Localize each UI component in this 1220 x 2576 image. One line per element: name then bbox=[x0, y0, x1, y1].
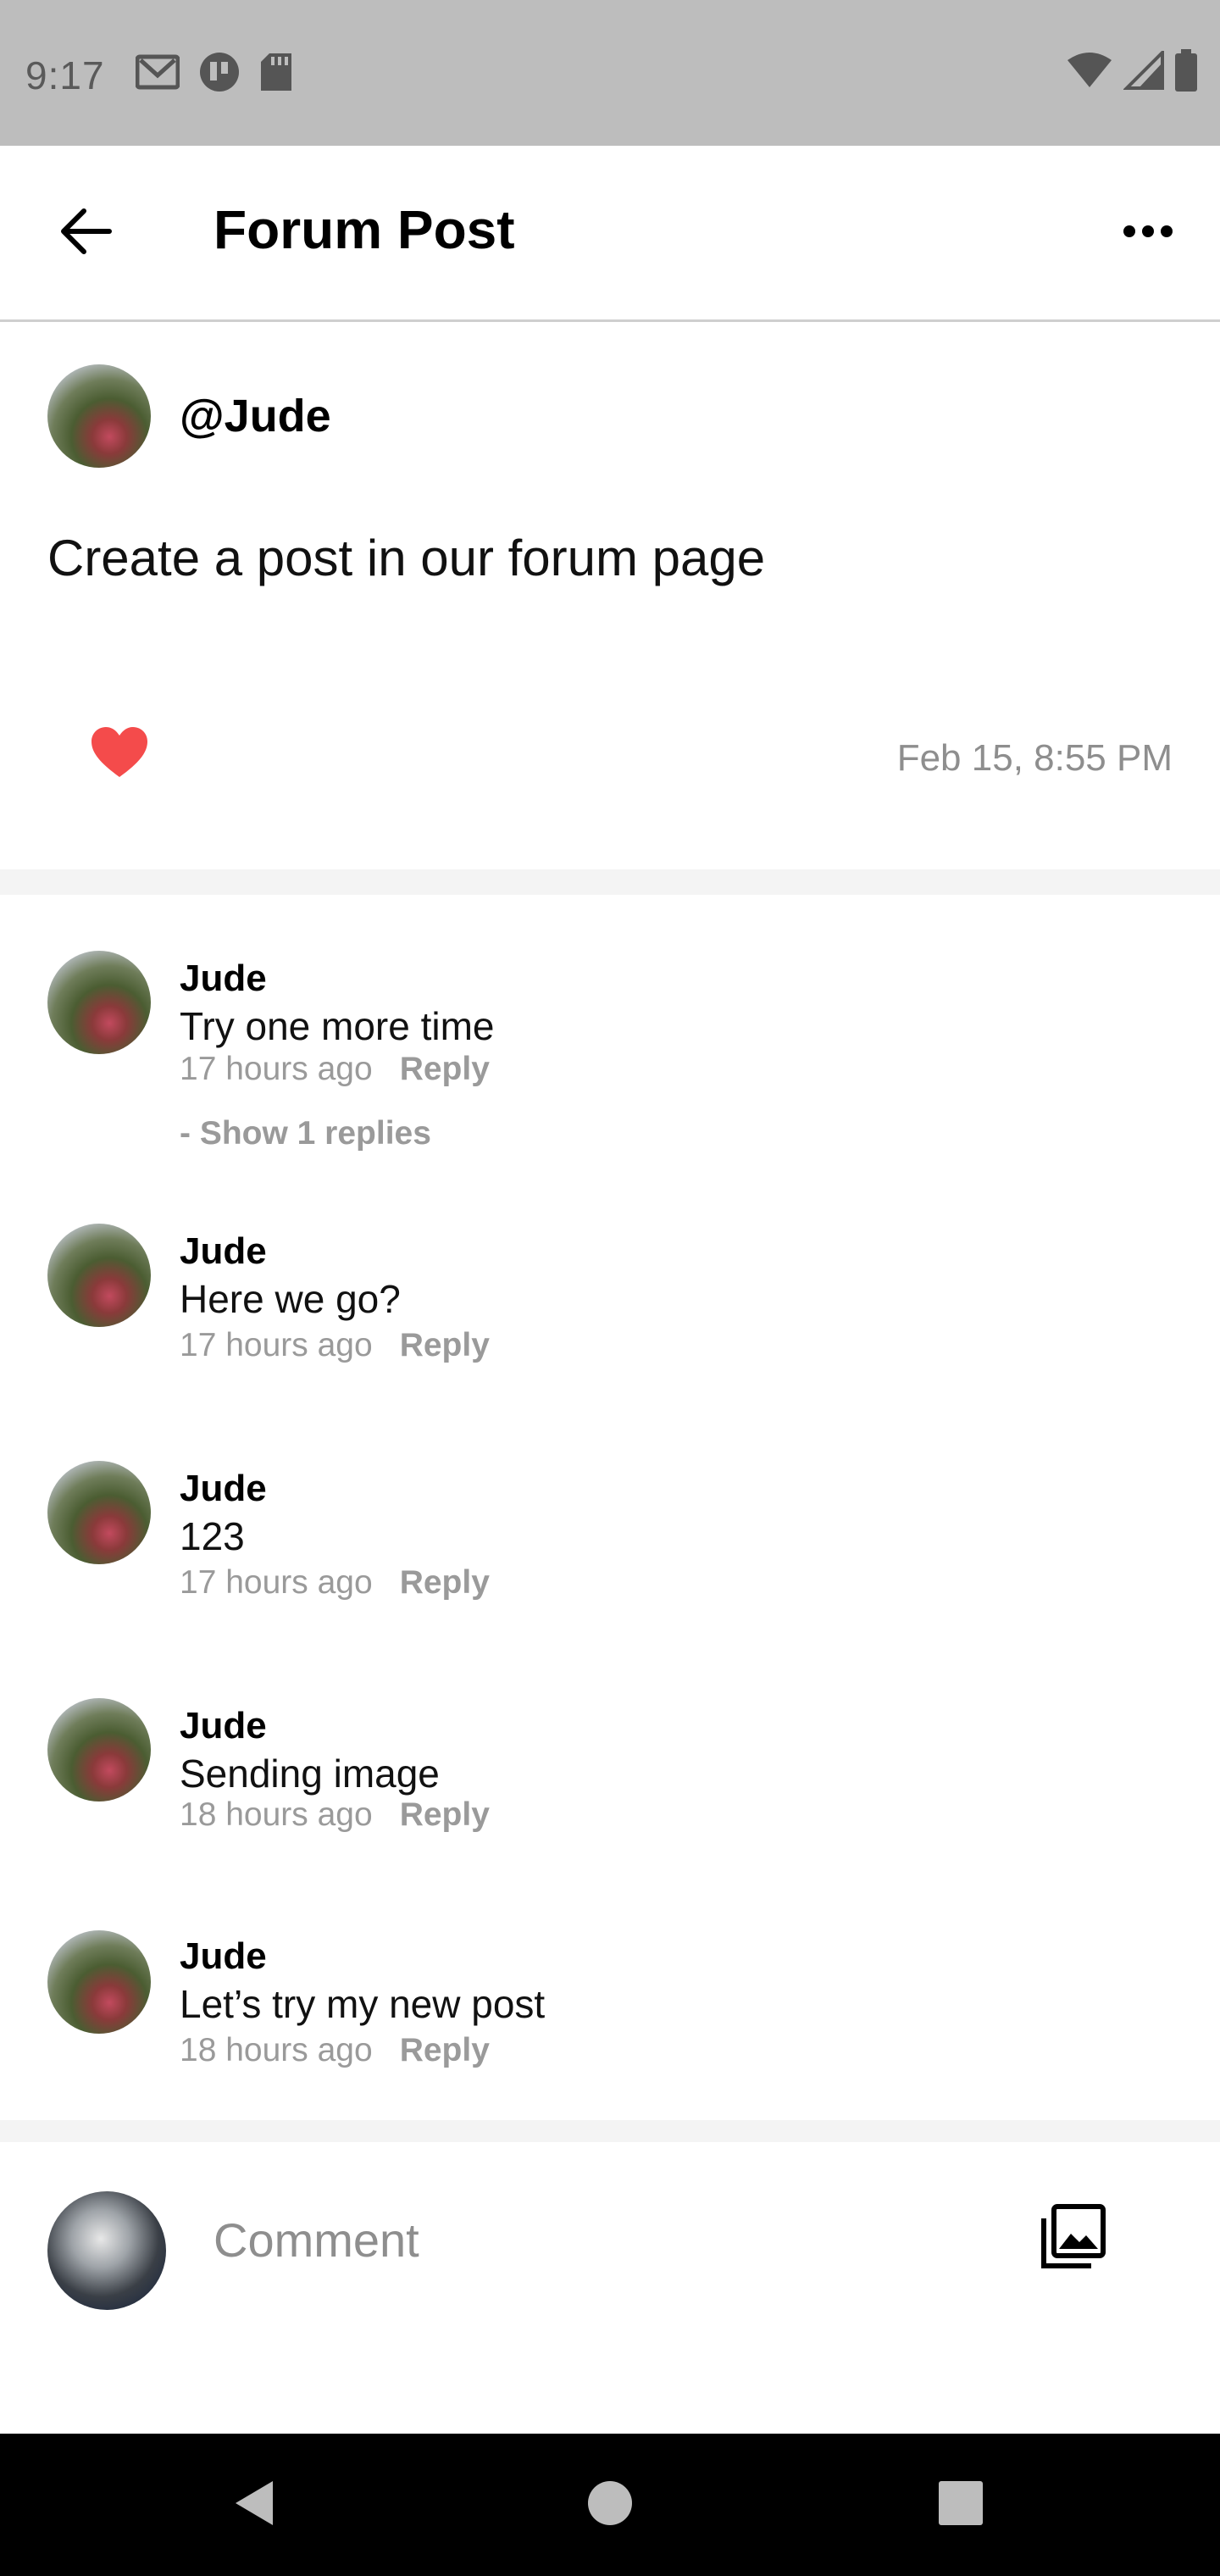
post-username[interactable]: @Jude bbox=[180, 390, 331, 442]
reply-button[interactable]: Reply bbox=[400, 1051, 490, 1088]
comment-input[interactable] bbox=[188, 2161, 1001, 2318]
back-button[interactable] bbox=[47, 195, 124, 271]
attach-image-button[interactable] bbox=[1030, 2196, 1115, 2281]
comment-meta: 17 hours ago Reply bbox=[180, 1327, 490, 1364]
back-triangle-icon bbox=[230, 2478, 278, 2533]
comment-meta: 18 hours ago Reply bbox=[180, 1796, 490, 1834]
comment-text: Let’s try my new post bbox=[180, 1982, 546, 2026]
wifi-icon bbox=[1066, 52, 1113, 93]
comment-meta: 18 hours ago Reply bbox=[180, 2032, 490, 2069]
comment-avatar[interactable] bbox=[47, 951, 151, 1054]
reply-button[interactable]: Reply bbox=[400, 1327, 490, 1364]
battery-icon bbox=[1174, 49, 1198, 96]
reply-button[interactable]: Reply bbox=[400, 2032, 490, 2069]
reply-button[interactable]: Reply bbox=[400, 1796, 490, 1834]
comment-meta: 17 hours ago Reply bbox=[180, 1564, 490, 1602]
comment-text: Sending image bbox=[180, 1752, 440, 1796]
comment-avatar[interactable] bbox=[47, 1930, 151, 2034]
more-options-button[interactable] bbox=[1110, 195, 1186, 271]
comment-author[interactable]: Jude bbox=[180, 1468, 267, 1510]
page-title: Forum Post bbox=[214, 199, 515, 260]
gmail-icon bbox=[135, 53, 180, 95]
heart-icon bbox=[90, 726, 149, 783]
nav-home-button[interactable] bbox=[568, 2462, 652, 2547]
reply-button[interactable]: Reply bbox=[400, 1564, 490, 1602]
app-bar: Forum Post bbox=[0, 146, 1220, 322]
status-bar: 9:17 bbox=[0, 0, 1220, 146]
app-icon bbox=[198, 51, 241, 97]
comment-author[interactable]: Jude bbox=[180, 958, 267, 1000]
post-date: Feb 15, 8:55 PM bbox=[896, 737, 1173, 779]
composer-divider bbox=[0, 2120, 1220, 2142]
comment-avatar[interactable] bbox=[47, 1461, 151, 1564]
current-user-avatar bbox=[47, 2191, 166, 2310]
comment-time: 18 hours ago bbox=[180, 1796, 373, 1833]
nav-recents-button[interactable] bbox=[918, 2462, 1003, 2547]
like-button[interactable] bbox=[81, 720, 158, 788]
back-arrow-icon bbox=[58, 208, 113, 259]
comment-text: Here we go? bbox=[180, 1277, 401, 1321]
comment-time: 17 hours ago bbox=[180, 1564, 373, 1601]
comment-text: 123 bbox=[180, 1514, 245, 1558]
show-replies-button[interactable]: - Show 1 replies bbox=[180, 1115, 431, 1152]
comment-meta: 17 hours ago Reply bbox=[180, 1051, 490, 1088]
status-icons-right bbox=[1066, 48, 1198, 96]
status-icons-left bbox=[135, 51, 293, 97]
sd-card-icon bbox=[259, 52, 293, 97]
comment-author[interactable]: Jude bbox=[180, 1230, 267, 1273]
comment-time: 17 hours ago bbox=[180, 1327, 373, 1363]
comment-text: Try one more time bbox=[180, 1004, 495, 1048]
more-horizontal-icon bbox=[1123, 225, 1173, 242]
gallery-icon bbox=[1039, 2203, 1106, 2275]
post-author-avatar[interactable] bbox=[47, 364, 151, 468]
post-body: Create a post in our forum page bbox=[47, 530, 766, 586]
nav-back-button[interactable] bbox=[212, 2462, 297, 2547]
system-nav-bar bbox=[0, 2434, 1220, 2576]
comment-author[interactable]: Jude bbox=[180, 1705, 267, 1747]
recents-square-icon bbox=[937, 2479, 984, 2531]
section-divider bbox=[0, 869, 1220, 895]
home-circle-icon bbox=[586, 2479, 634, 2531]
comment-time: 17 hours ago bbox=[180, 1051, 373, 1087]
comment-avatar[interactable] bbox=[47, 1698, 151, 1802]
comment-author[interactable]: Jude bbox=[180, 1935, 267, 1978]
cell-signal-icon bbox=[1123, 48, 1164, 94]
comment-avatar[interactable] bbox=[47, 1224, 151, 1327]
comment-time: 18 hours ago bbox=[180, 2032, 373, 2068]
status-time: 9:17 bbox=[25, 53, 105, 97]
